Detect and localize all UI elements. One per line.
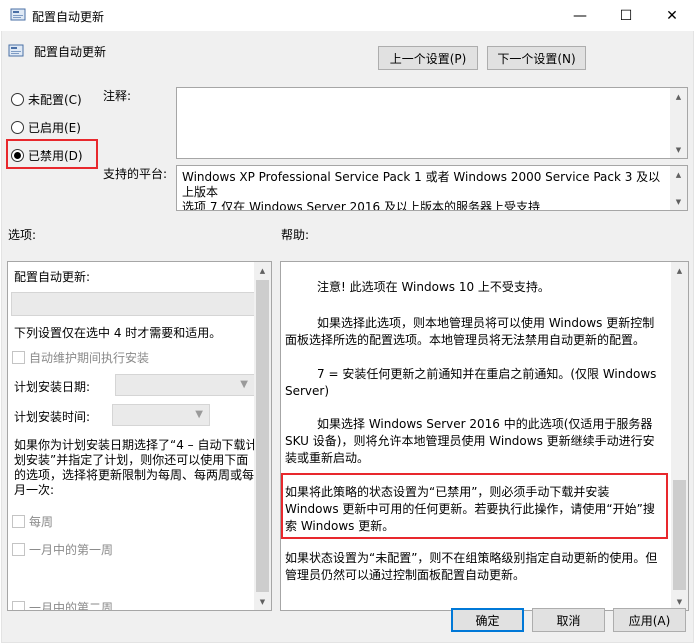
scroll-up-icon[interactable]: ▲: [670, 166, 687, 183]
previous-setting-button[interactable]: 上一个设置(P): [378, 46, 478, 70]
radio-disabled[interactable]: 已禁用(D): [11, 147, 83, 164]
scroll-up-icon[interactable]: ▲: [254, 262, 271, 279]
scroll-down-icon[interactable]: ▼: [670, 193, 687, 210]
window-title: 配置自动更新: [32, 10, 105, 24]
platform-scrollbar[interactable]: ▲ ▼: [670, 166, 687, 210]
scroll-thumb[interactable]: [673, 480, 686, 590]
second-week-label: 一月中的第二周: [29, 601, 114, 611]
help-paragraph-1: 注意! 此选项在 Windows 10 上不受支持。: [317, 280, 550, 294]
close-icon: ✕: [666, 7, 678, 24]
help-section-label: 帮助:: [281, 228, 310, 242]
disabled-help-highlight-box: [281, 473, 668, 539]
options-scrollbar[interactable]: ▲ ▼: [254, 262, 271, 610]
help-paragraph-6: 如果状态设置为“未配置”，则不在组策略级别指定自动更新的使用。但管理员仍然可以通…: [285, 551, 658, 582]
configure-auto-update-dropdown[interactable]: [11, 292, 255, 316]
comment-scrollbar[interactable]: ▲ ▼: [670, 88, 687, 158]
ok-button[interactable]: 确定: [451, 608, 524, 632]
options-section-label: 选项:: [8, 228, 37, 242]
comment-label: 注释:: [103, 89, 132, 103]
scroll-down-icon[interactable]: ▼: [670, 141, 687, 158]
maintenance-install-checkbox[interactable]: 自动维护期间执行安装: [12, 349, 149, 366]
install-time-label: 计划安装时间:: [14, 410, 91, 424]
title-bar: 配置自动更新 — ☐ ✕: [0, 0, 695, 31]
maximize-icon: ☐: [619, 7, 633, 24]
radio-enabled[interactable]: 已启用(E): [11, 119, 81, 136]
scroll-thumb[interactable]: [256, 280, 269, 592]
radio-disabled-label: 已禁用(D): [28, 149, 83, 163]
radio-disabled-circle: [11, 149, 24, 162]
weekly-checkbox[interactable]: 每周: [12, 513, 53, 530]
schedule-note: 如果你为计划安装日期选择了“4 – 自动下载计划安装”并指定了计划，则你还可以使…: [14, 438, 258, 497]
supported-platform-box: Windows XP Professional Service Pack 1 或…: [176, 165, 688, 211]
options-panel: 配置自动更新: 下列设置仅在选中 4 时才需要和适用。 自动维护期间执行安装 计…: [7, 261, 272, 611]
cancel-button[interactable]: 取消: [532, 608, 605, 632]
radio-not-configured-circle: [11, 93, 24, 106]
maintenance-install-label: 自动维护期间执行安装: [29, 351, 150, 365]
checkbox-box: [12, 351, 25, 364]
scroll-down-icon[interactable]: ▼: [254, 593, 271, 610]
scroll-up-icon[interactable]: ▲: [671, 262, 688, 279]
apply-button[interactable]: 应用(A): [613, 608, 686, 632]
maximize-button[interactable]: ☐: [603, 0, 649, 31]
second-week-checkbox[interactable]: 一月中的第二周: [12, 599, 114, 611]
minimize-button[interactable]: —: [557, 0, 603, 31]
install-day-label: 计划安装日期:: [14, 380, 91, 394]
checkbox-box: [12, 601, 25, 610]
help-paragraph-3: 7 = 安装任何更新之前通知并在重启之前通知。(仅限 Windows Serve…: [285, 367, 657, 398]
next-setting-button[interactable]: 下一个设置(N): [487, 46, 586, 70]
help-paragraph-2: 如果选择此选项，则本地管理员将可以使用 Windows 更新控制面板选择所选的配…: [285, 316, 655, 347]
radio-not-configured-label: 未配置(C): [28, 93, 82, 107]
options-note: 下列设置仅在选中 4 时才需要和适用。: [14, 326, 222, 340]
setting-title: 配置自动更新: [34, 45, 107, 59]
help-panel: 注意! 此选项在 Windows 10 上不受支持。 如果选择此选项，则本地管理…: [280, 261, 689, 611]
weekly-label: 每周: [29, 515, 54, 529]
supported-platform-text-clipped: 选项 7 仅在 Windows Server 2016 及以上版本的服务器上受支…: [182, 200, 540, 211]
supported-platform-label: 支持的平台:: [103, 167, 168, 181]
close-button[interactable]: ✕: [649, 0, 695, 31]
install-time-dropdown[interactable]: ▼: [112, 404, 210, 426]
policy-setting-icon: [8, 44, 24, 58]
help-paragraph-4: 如果选择 Windows Server 2016 中的此选项(仅适用于服务器 S…: [285, 417, 655, 465]
checkbox-box: [12, 543, 25, 556]
radio-enabled-circle: [11, 121, 24, 134]
radio-not-configured[interactable]: 未配置(C): [11, 91, 82, 108]
scroll-up-icon[interactable]: ▲: [670, 88, 687, 105]
help-scrollbar[interactable]: ▲ ▼: [671, 262, 688, 610]
configure-auto-update-label: 配置自动更新:: [14, 270, 91, 284]
chevron-down-icon: ▼: [240, 379, 248, 390]
radio-enabled-label: 已启用(E): [28, 121, 81, 135]
comment-textarea[interactable]: ▲ ▼: [176, 87, 688, 159]
policy-dialog: 配置自动更新 上一个设置(P) 下一个设置(N) 未配置(C) 已启用(E) 已…: [1, 31, 694, 643]
minimize-icon: —: [573, 7, 587, 24]
supported-platform-text: Windows XP Professional Service Pack 1 或…: [182, 170, 661, 199]
first-week-checkbox[interactable]: 一月中的第一周: [12, 541, 113, 558]
install-day-dropdown[interactable]: ▼: [115, 374, 255, 396]
checkbox-box: [12, 515, 25, 528]
policy-app-icon: [10, 8, 26, 22]
first-week-label: 一月中的第一周: [29, 543, 114, 557]
chevron-down-icon: ▼: [195, 409, 203, 420]
